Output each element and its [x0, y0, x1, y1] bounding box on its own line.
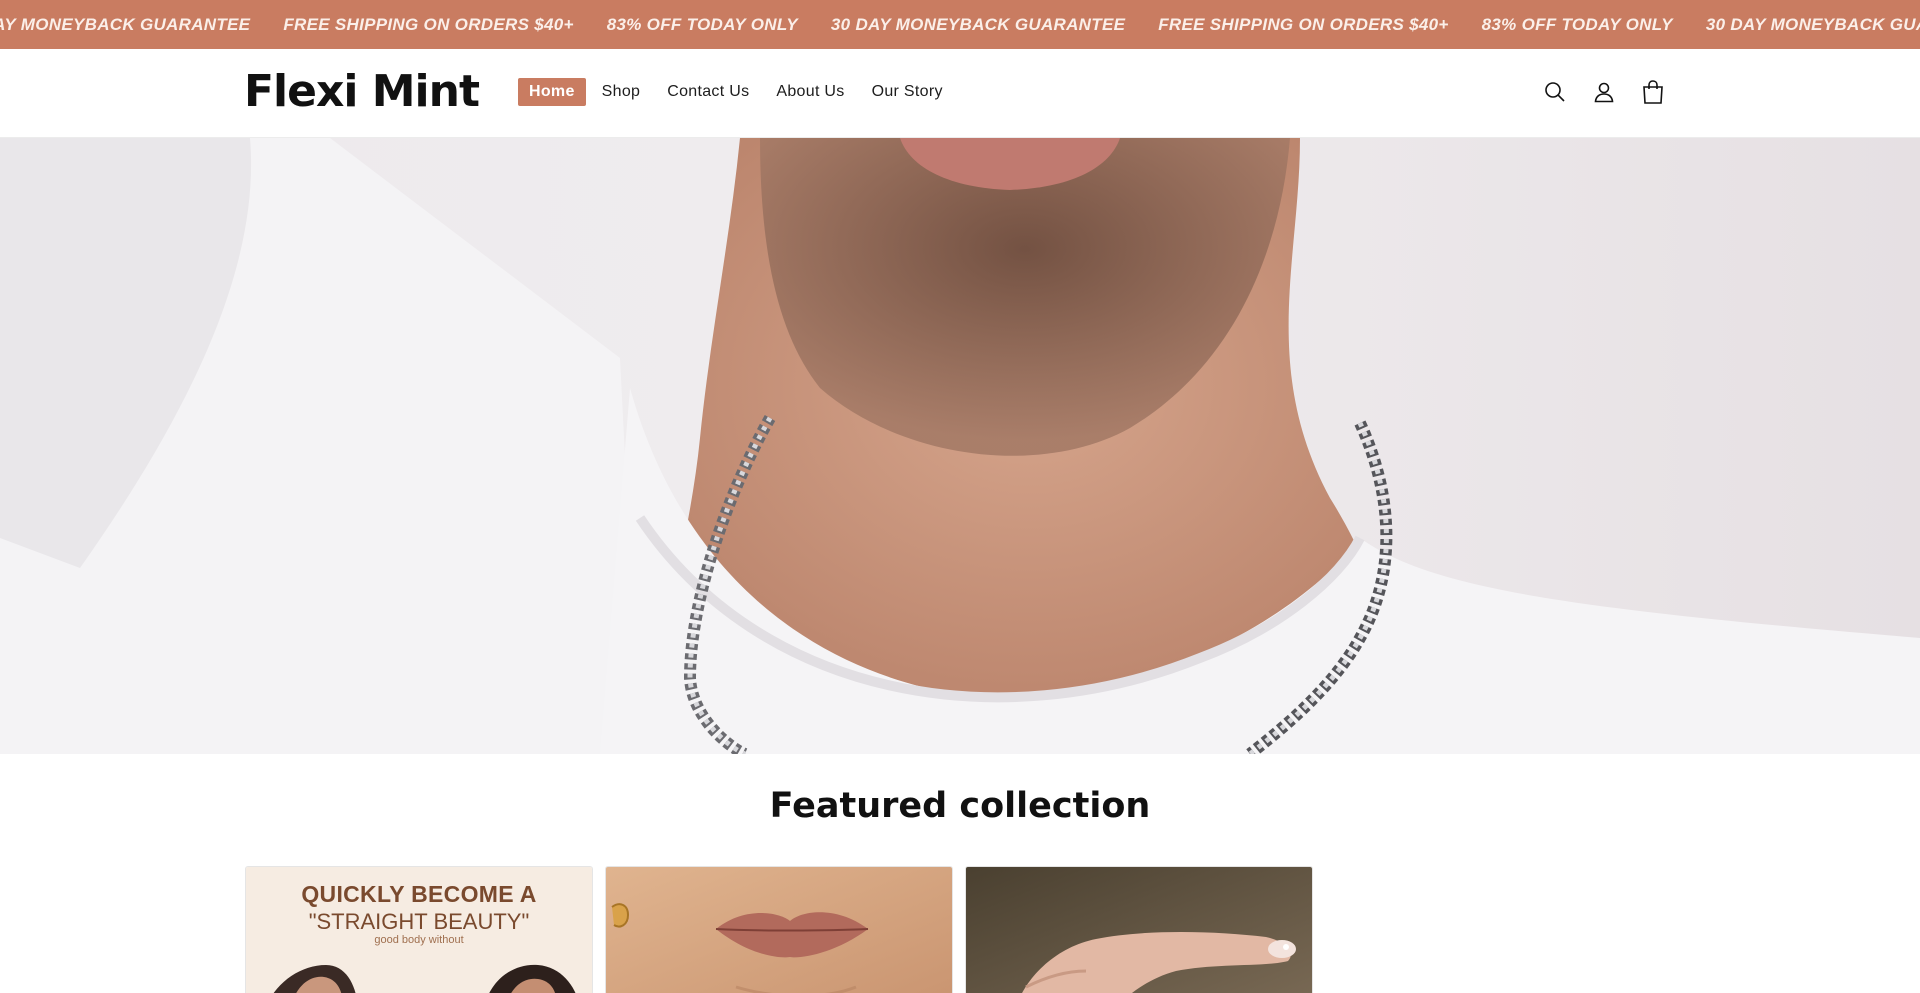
product-card[interactable]	[965, 866, 1313, 993]
announcement-marquee: 30 DAY MONEYBACK GUARANTEE FREE SHIPPING…	[0, 0, 1920, 49]
cart-icon[interactable]	[1638, 77, 1668, 107]
featured-product-grid: QUICKLY BECOME A "STRAIGHT BEAUTY" good …	[245, 866, 1325, 993]
site-logo[interactable]: Flexi Mint	[244, 67, 480, 117]
announcement-item: FREE SHIPPING ON ORDERS $40+	[1158, 14, 1449, 34]
card-headline: QUICKLY BECOME A	[301, 881, 537, 907]
announcement-bar: 30 DAY MONEYBACK GUARANTEE FREE SHIPPING…	[0, 0, 1920, 49]
header-icons	[1540, 77, 1687, 107]
account-icon[interactable]	[1589, 77, 1619, 107]
nav-item-shop[interactable]: Shop	[591, 78, 652, 106]
hero-banner[interactable]	[0, 138, 1920, 754]
announcement-item: 83% OFF TODAY ONLY	[1481, 14, 1673, 34]
site-header: Flexi Mint Home Shop Contact Us About Us…	[0, 49, 1920, 138]
card-note: good body without	[374, 934, 464, 946]
nav-item-home[interactable]: Home	[518, 78, 586, 106]
product-card[interactable]	[605, 866, 953, 993]
nav-item-contact-us[interactable]: Contact Us	[656, 78, 760, 106]
product-card[interactable]: QUICKLY BECOME A "STRAIGHT BEAUTY" good …	[245, 866, 593, 993]
card-subhead: "STRAIGHT BEAUTY"	[308, 909, 530, 934]
announcement-item: 83% OFF TODAY ONLY	[606, 14, 798, 34]
product-image-manicure	[966, 867, 1312, 993]
announcement-item: 30 DAY MONEYBACK GUARANTEE	[1705, 14, 1920, 34]
nav-item-about-us[interactable]: About Us	[765, 78, 855, 106]
nav-item-our-story[interactable]: Our Story	[861, 78, 954, 106]
announcement-item: FREE SHIPPING ON ORDERS $40+	[283, 14, 574, 34]
announcement-item: 30 DAY MONEYBACK GUARANTEE	[0, 14, 251, 34]
featured-collection-title: Featured collection	[769, 786, 1151, 826]
search-icon[interactable]	[1540, 77, 1570, 107]
main-nav: Home Shop Contact Us About Us Our Story	[518, 78, 959, 106]
product-image-lips	[606, 867, 952, 993]
announcement-item: 30 DAY MONEYBACK GUARANTEE	[830, 14, 1126, 34]
hero-image	[0, 138, 1920, 754]
